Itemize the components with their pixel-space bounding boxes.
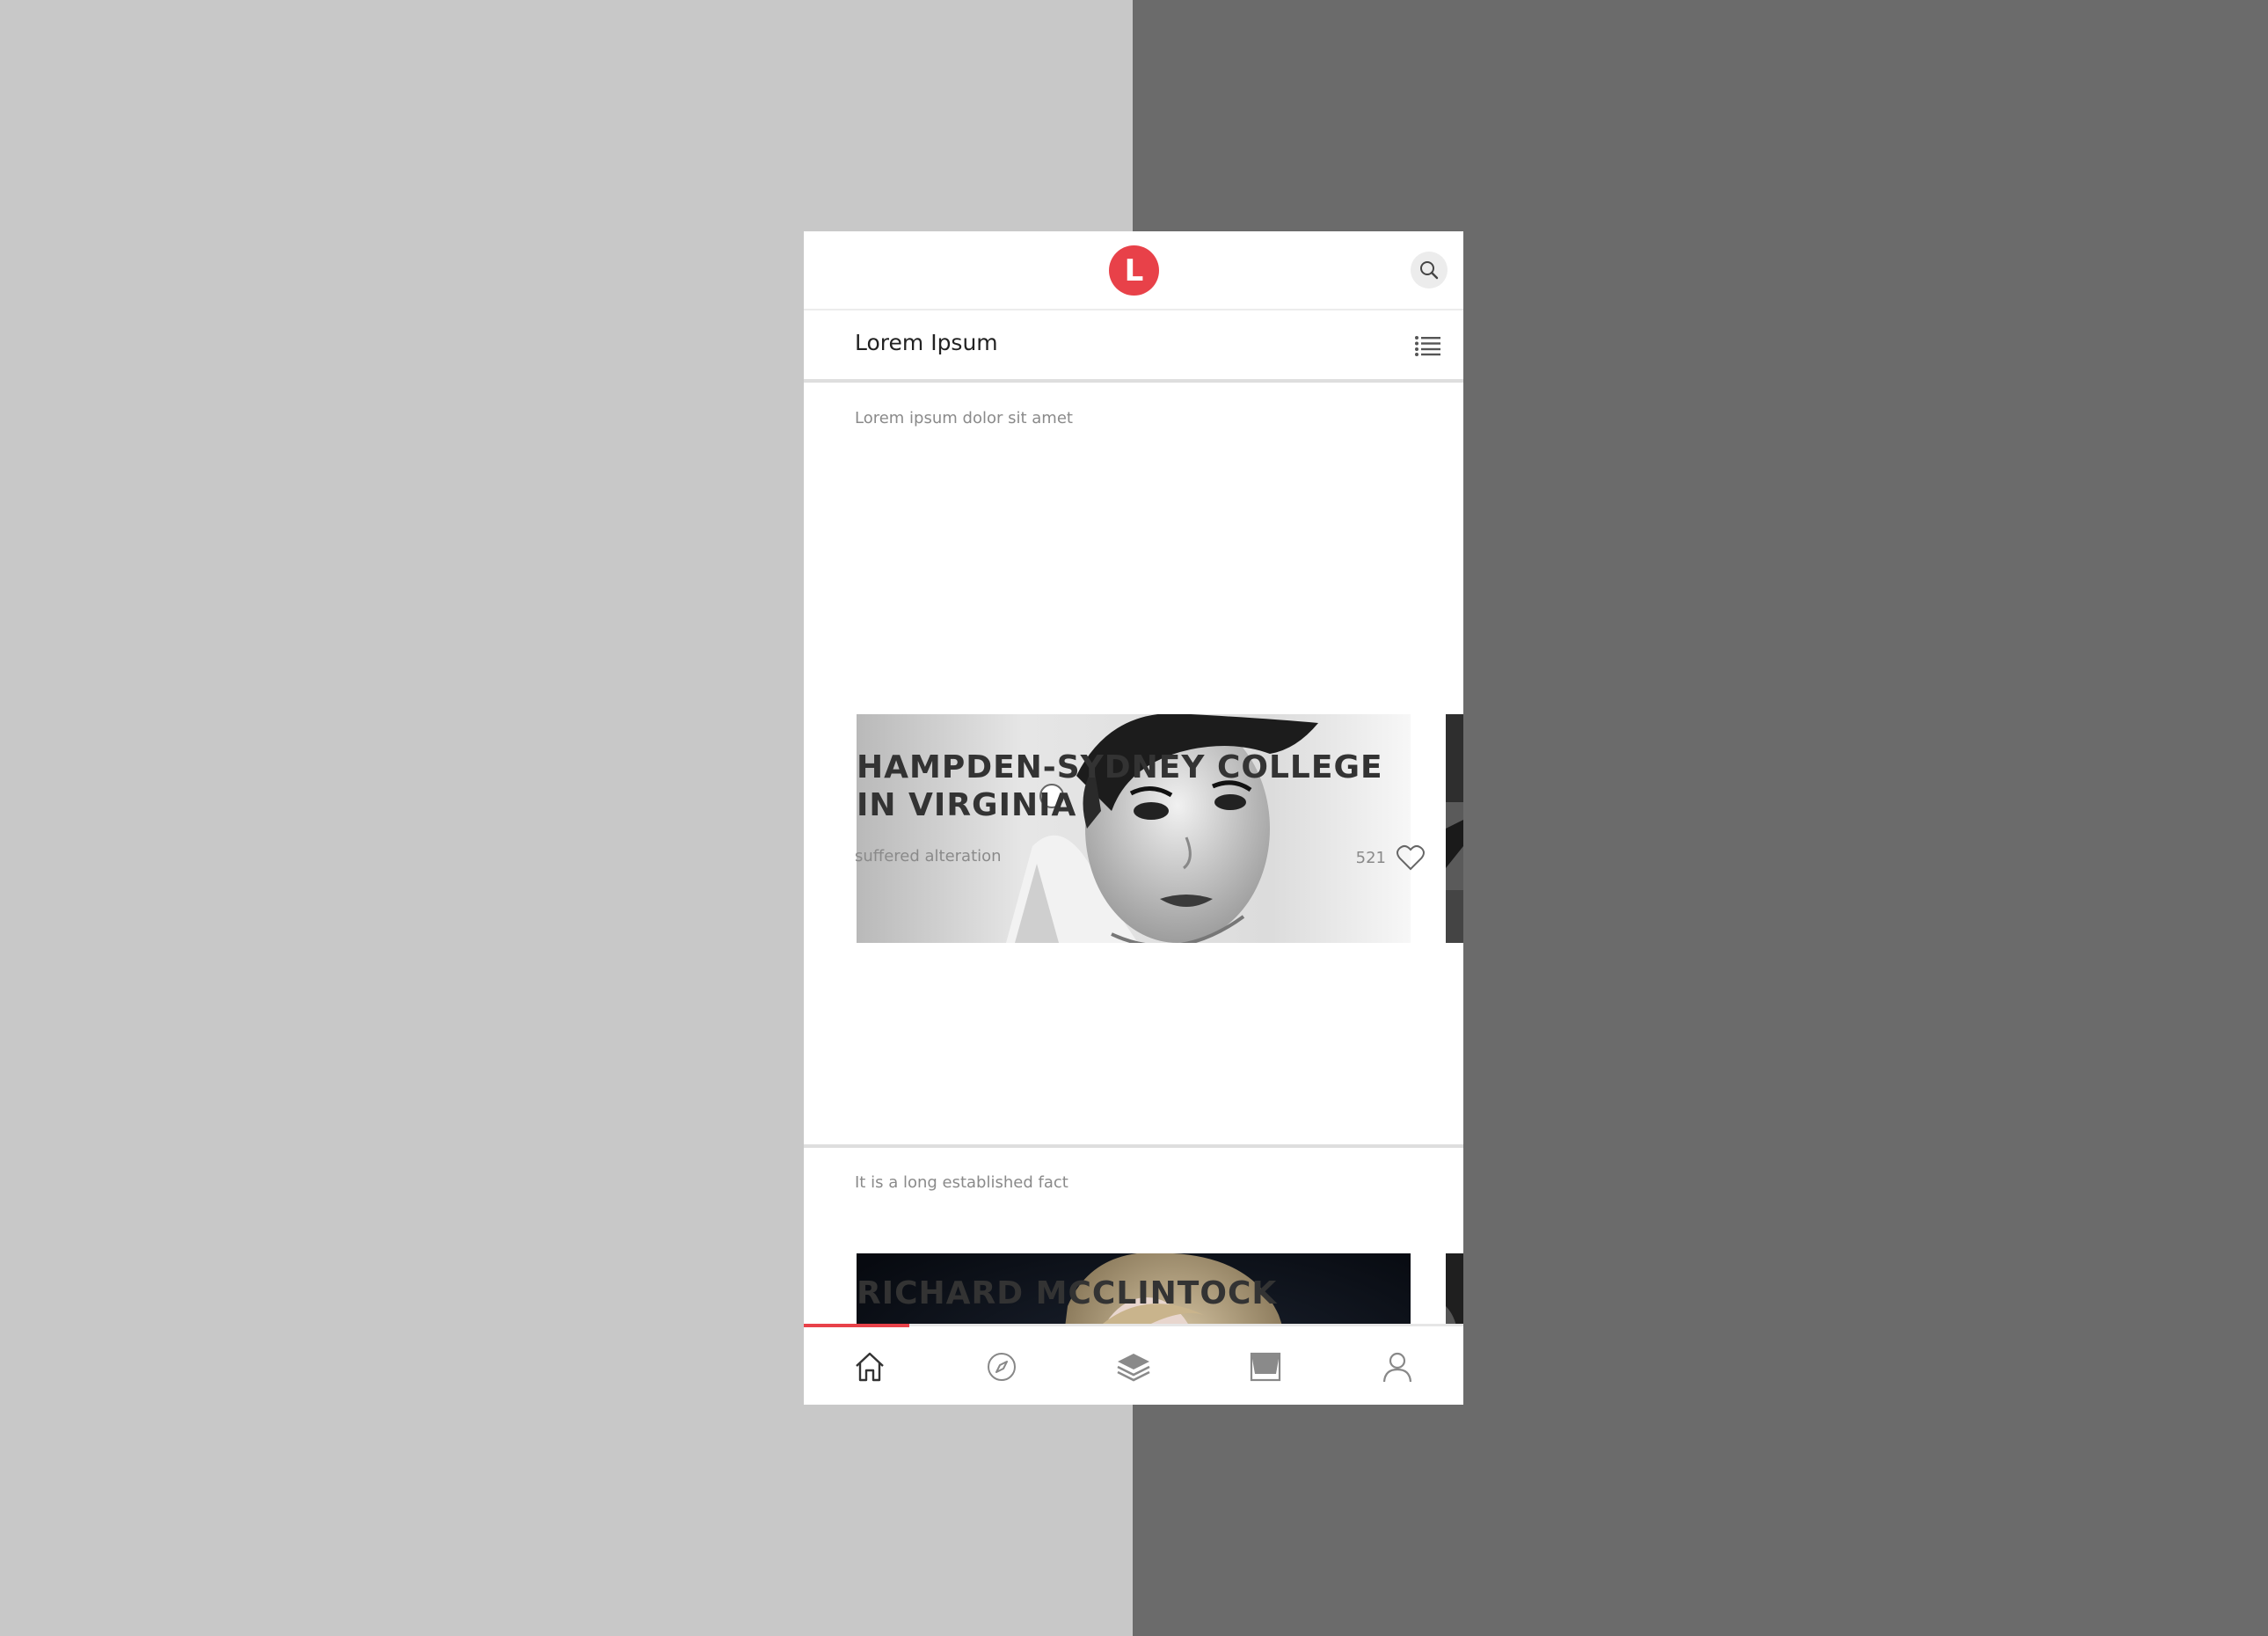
tab-home[interactable] (804, 1326, 936, 1405)
next-card-peek[interactable] (1446, 714, 1463, 943)
card-title[interactable]: HAMPDEN-SYDNEY COLLEGE IN VIRGINIA (857, 749, 1402, 824)
section-title: Lorem Ipsum (855, 330, 998, 355)
list-view-button[interactable] (1414, 335, 1440, 356)
user-icon (1382, 1352, 1412, 1383)
tab-profile[interactable] (1331, 1326, 1463, 1405)
compass-icon (988, 1353, 1016, 1381)
card-title[interactable]: RICHARD MCCLINTOCK (857, 1274, 1402, 1312)
like-count: 521 (1355, 848, 1386, 867)
app-screen: L Lorem Ipsum Lorem ipsum dolor sit amet (804, 231, 1463, 1405)
card-label: Lorem ipsum dolor sit amet (855, 409, 1073, 427)
active-tab-indicator (804, 1324, 909, 1327)
list-icon (1415, 336, 1440, 356)
brand-logo-icon[interactable]: L (1109, 245, 1159, 296)
like-group: 521 (1356, 844, 1425, 871)
search-button[interactable] (1411, 252, 1448, 288)
inbox-icon (1250, 1352, 1281, 1382)
search-icon (1420, 261, 1439, 280)
feed-card[interactable]: Lorem ipsum dolor sit amet HAMPDEN-SYDNE… (804, 383, 1463, 1148)
tab-explore[interactable] (936, 1326, 1068, 1405)
section-header: Lorem Ipsum (804, 310, 1463, 383)
tab-collections[interactable] (1068, 1326, 1200, 1405)
layers-icon (1117, 1354, 1150, 1382)
top-bar: L (804, 231, 1463, 310)
bottom-tab-bar (804, 1324, 1463, 1405)
logo-letter: L (1124, 252, 1144, 288)
like-button[interactable] (1397, 844, 1425, 871)
card-label: It is a long established fact (855, 1173, 1068, 1192)
heart-icon (1397, 844, 1425, 871)
tab-inbox[interactable] (1200, 1326, 1331, 1405)
next-image-preview (1446, 714, 1463, 943)
home-icon (856, 1352, 884, 1382)
card-subtitle: suffered alteration (855, 847, 1002, 865)
